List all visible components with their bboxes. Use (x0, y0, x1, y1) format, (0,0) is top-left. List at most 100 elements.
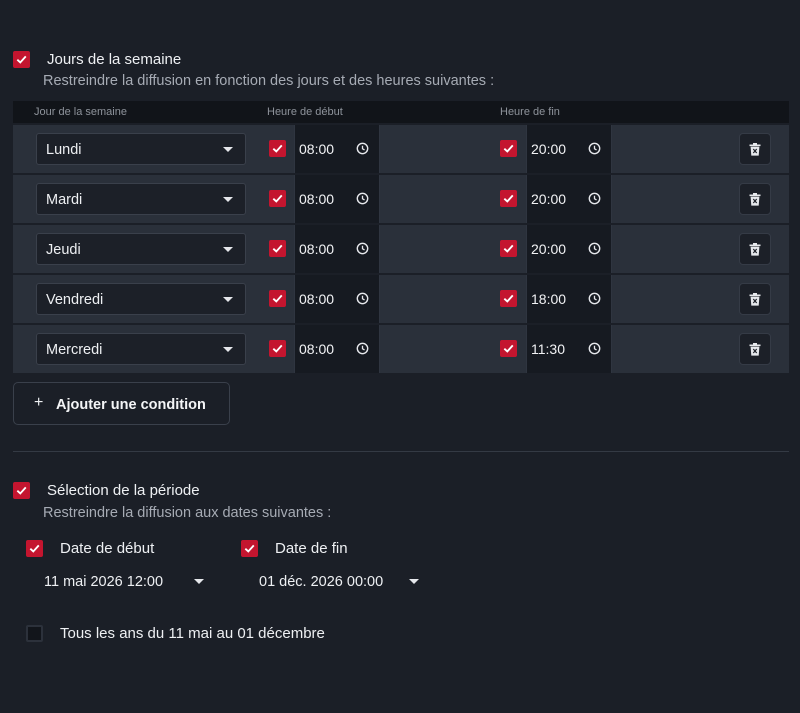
yearly-repeat-checkbox[interactable] (26, 625, 43, 642)
end-time-checkbox[interactable] (500, 190, 517, 207)
day-select[interactable]: Mardi (36, 183, 246, 215)
delete-row-button[interactable] (739, 283, 771, 315)
day-select[interactable]: Lundi (36, 133, 246, 165)
days-section-title: Jours de la semaine (47, 51, 182, 68)
trash-icon (749, 292, 761, 306)
trash-icon (749, 242, 761, 256)
day-select[interactable]: Vendredi (36, 283, 246, 315)
end-date-checkbox[interactable] (241, 540, 258, 557)
table-row: Mardi 08:00 20:00 (13, 175, 789, 223)
chevron-down-icon (223, 197, 233, 202)
checkmark-icon (29, 544, 40, 553)
checkmark-icon (503, 194, 514, 203)
day-select-value: Vendredi (46, 292, 104, 308)
trash-icon (749, 342, 761, 356)
add-condition-label: Ajouter une condition (56, 397, 206, 413)
start-time-value: 08:00 (299, 291, 335, 307)
start-time-value: 08:00 (299, 191, 335, 207)
chevron-down-icon[interactable] (194, 579, 204, 584)
start-time-input[interactable]: 08:00 (294, 175, 380, 223)
clock-icon[interactable] (588, 242, 601, 255)
section-divider (13, 451, 789, 452)
start-time-value: 08:00 (299, 141, 335, 157)
start-date-value[interactable]: 11 mai 2026 12:00 (44, 574, 163, 590)
clock-icon[interactable] (356, 192, 369, 205)
days-section-subtitle: Restreindre la diffusion en fonction des… (43, 73, 495, 89)
end-time-checkbox[interactable] (500, 140, 517, 157)
start-time-value: 08:00 (299, 241, 335, 257)
days-table-header: Jour de la semaine Heure de début Heure … (13, 101, 789, 123)
checkmark-icon (272, 294, 283, 303)
clock-icon[interactable] (588, 142, 601, 155)
trash-icon (749, 142, 761, 156)
day-select-value: Mardi (46, 192, 83, 208)
period-section-title: Sélection de la période (47, 482, 200, 499)
start-time-checkbox[interactable] (269, 240, 286, 257)
period-section-subtitle: Restreindre la diffusion aux dates suiva… (43, 505, 332, 521)
chevron-down-icon (223, 297, 233, 302)
period-selection-checkbox[interactable] (13, 482, 30, 499)
clock-icon[interactable] (356, 142, 369, 155)
checkmark-icon (272, 244, 283, 253)
end-time-input[interactable]: 20:00 (526, 225, 612, 273)
start-date-label: Date de début (60, 540, 155, 557)
clock-icon[interactable] (356, 342, 369, 355)
checkmark-icon (244, 544, 255, 553)
start-time-checkbox[interactable] (269, 340, 286, 357)
table-row: Jeudi 08:00 20:00 (13, 225, 789, 273)
start-time-input[interactable]: 08:00 (294, 225, 380, 273)
end-time-checkbox[interactable] (500, 240, 517, 257)
add-condition-button[interactable]: + Ajouter une condition (13, 382, 230, 425)
checkmark-icon (272, 144, 283, 153)
plus-icon: + (34, 394, 44, 411)
end-time-value: 20:00 (531, 191, 567, 207)
checkmark-icon (503, 244, 514, 253)
start-time-input[interactable]: 08:00 (294, 275, 380, 323)
clock-icon[interactable] (588, 342, 601, 355)
end-time-checkbox[interactable] (500, 340, 517, 357)
end-date-value[interactable]: 01 déc. 2026 00:00 (259, 574, 383, 590)
start-time-checkbox[interactable] (269, 290, 286, 307)
checkmark-icon (272, 344, 283, 353)
chevron-down-icon (223, 247, 233, 252)
column-header-day: Jour de la semaine (34, 106, 127, 118)
clock-icon[interactable] (588, 292, 601, 305)
delete-row-button[interactable] (739, 333, 771, 365)
end-time-input[interactable]: 11:30 (526, 325, 612, 373)
delete-row-button[interactable] (739, 233, 771, 265)
clock-icon[interactable] (356, 242, 369, 255)
start-time-input[interactable]: 08:00 (294, 325, 380, 373)
start-time-value: 08:00 (299, 341, 335, 357)
chevron-down-icon (223, 147, 233, 152)
clock-icon[interactable] (356, 292, 369, 305)
end-time-input[interactable]: 20:00 (526, 175, 612, 223)
column-header-end: Heure de fin (500, 106, 560, 118)
end-time-value: 11:30 (531, 341, 565, 357)
checkmark-icon (503, 144, 514, 153)
start-time-input[interactable]: 08:00 (294, 125, 380, 173)
delete-row-button[interactable] (739, 133, 771, 165)
end-time-input[interactable]: 18:00 (526, 275, 612, 323)
clock-icon[interactable] (588, 192, 601, 205)
table-row: Lundi 08:00 20:00 (13, 125, 789, 173)
delete-row-button[interactable] (739, 183, 771, 215)
days-of-week-checkbox[interactable] (13, 51, 30, 68)
checkmark-icon (503, 294, 514, 303)
day-select-value: Lundi (46, 142, 82, 158)
trash-icon (749, 192, 761, 206)
start-time-checkbox[interactable] (269, 190, 286, 207)
start-date-checkbox[interactable] (26, 540, 43, 557)
end-time-value: 20:00 (531, 141, 567, 157)
checkmark-icon (16, 486, 27, 495)
day-select[interactable]: Mercredi (36, 333, 246, 365)
start-time-checkbox[interactable] (269, 140, 286, 157)
end-time-value: 18:00 (531, 291, 567, 307)
column-header-start: Heure de début (267, 106, 343, 118)
end-time-input[interactable]: 20:00 (526, 125, 612, 173)
end-time-checkbox[interactable] (500, 290, 517, 307)
checkmark-icon (272, 194, 283, 203)
day-select[interactable]: Jeudi (36, 233, 246, 265)
chevron-down-icon[interactable] (409, 579, 419, 584)
yearly-repeat-label: Tous les ans du 11 mai au 01 décembre (60, 625, 325, 642)
checkmark-icon (503, 344, 514, 353)
